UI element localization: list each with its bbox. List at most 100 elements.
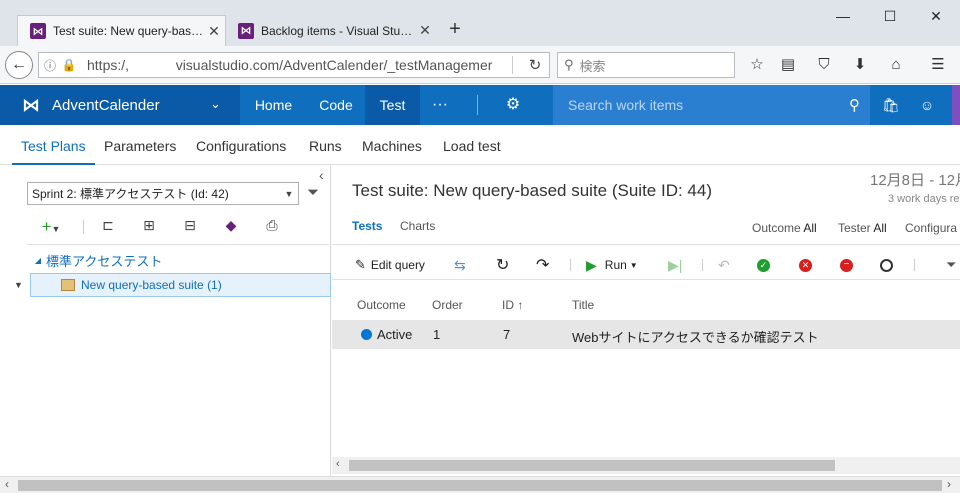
close-window-button[interactable]: ✕ xyxy=(916,6,956,26)
configuration-filter[interactable]: Configura xyxy=(905,221,957,235)
scroll-thumb[interactable] xyxy=(349,460,835,471)
tree-item-plan-root[interactable]: ◢ 標準アクセステスト xyxy=(30,248,330,272)
tree-item-label: New query-based suite (1) xyxy=(81,278,222,292)
fail-icon: ✕ xyxy=(799,258,812,272)
pocket-icon[interactable]: ⛉ xyxy=(813,55,835,75)
url-bar[interactable]: ⓘ 🔒 https:/, visualstudio.com/AdventCale… xyxy=(38,52,550,78)
open-in-client-icon[interactable]: ◆ xyxy=(221,217,241,237)
close-tab-icon[interactable]: ✕ xyxy=(203,23,225,40)
tab-parameters[interactable]: Parameters xyxy=(104,125,176,165)
column-order[interactable]: Order xyxy=(432,298,463,312)
hub-tabs: Test Plans Parameters Configurations Run… xyxy=(0,125,960,165)
column-outcome[interactable]: Outcome xyxy=(357,298,406,312)
column-title[interactable]: Title xyxy=(572,298,594,312)
pass-test-button[interactable]: ✓ xyxy=(757,255,770,275)
selected-plan: Sprint 2: 標準アクセステスト (Id: 42) xyxy=(32,187,229,201)
close-tab-icon[interactable]: ✕ xyxy=(414,22,436,39)
tab-load-test[interactable]: Load test xyxy=(443,125,501,165)
back-button[interactable]: ← xyxy=(5,51,33,79)
refresh-icon[interactable]: ↻ xyxy=(496,255,509,275)
browser-tab-test-suite[interactable]: ⋈ Test suite: New query-bas… ✕ xyxy=(17,15,226,46)
avatar[interactable] xyxy=(952,85,960,125)
sprint-dates: 12月8日 - 12月 xyxy=(870,172,960,189)
gear-icon[interactable]: ⚙ xyxy=(500,85,526,125)
redo-icon[interactable]: ↷ xyxy=(536,255,549,275)
maximize-button[interactable]: ☐ xyxy=(870,6,910,26)
table-row[interactable]: Active 1 7 Webサイトにアクセスできるか確認テスト xyxy=(332,320,960,349)
test-plan-pane: ‹ Sprint 2: 標準アクセステスト (Id: 42) ▼ ⏷ +▼ ⊏ … xyxy=(0,165,331,476)
grid-horizontal-scrollbar[interactable]: ‹ xyxy=(332,457,960,474)
browser-tab-strip: ⋈ Test suite: New query-bas… ✕ ⋈ Backlog… xyxy=(0,0,960,46)
assign-configurations-icon[interactable]: ⊏ xyxy=(98,217,118,237)
nav-home[interactable]: Home xyxy=(240,85,307,125)
tab-runs[interactable]: Runs xyxy=(309,125,342,165)
browser-tab-backlog[interactable]: ⋈ Backlog items - Visual Stu… ✕ xyxy=(226,15,436,46)
download-icon[interactable]: ⬇ xyxy=(849,55,871,75)
visual-studio-icon: ⋈ xyxy=(22,94,40,115)
minimize-button[interactable]: — xyxy=(823,6,863,26)
active-status-icon xyxy=(361,329,372,340)
smiley-icon[interactable]: ☺ xyxy=(916,85,938,125)
visual-studio-icon: ⋈ xyxy=(238,22,254,39)
reset-test-icon[interactable]: ↶ xyxy=(718,255,730,275)
work-days-remaining: 3 work days re xyxy=(888,193,960,205)
expand-arrow-icon[interactable]: ◢ xyxy=(30,256,46,265)
run-button[interactable]: ▶ Run ▼ xyxy=(586,255,638,275)
tester-filter[interactable]: Tester All xyxy=(838,221,887,235)
column-id[interactable]: ID ↑ xyxy=(502,298,523,312)
project-selector[interactable]: ⋈ AdventCalender ⌄ xyxy=(0,85,240,125)
resume-test-icon[interactable]: ▶| xyxy=(668,255,682,275)
filter-icon[interactable]: ⏷ xyxy=(946,255,956,275)
scroll-thumb[interactable] xyxy=(18,480,942,491)
url-text[interactable]: https:/, visualstudio.com/AdventCalender… xyxy=(87,57,504,73)
reload-icon[interactable]: ↻ xyxy=(521,56,549,74)
query-suite-folder-icon xyxy=(61,279,75,291)
tree-item-label: 標準アクセステスト xyxy=(46,253,163,269)
block-test-button[interactable]: − xyxy=(840,255,853,275)
tab-charts[interactable]: Charts xyxy=(400,219,435,233)
test-plan-select[interactable]: Sprint 2: 標準アクセステスト (Id: 42) ▼ xyxy=(27,182,299,205)
not-applicable-button[interactable] xyxy=(880,255,893,275)
page-horizontal-scrollbar[interactable]: ‹ › xyxy=(0,476,960,493)
fail-test-button[interactable]: ✕ xyxy=(799,255,812,275)
nav-test[interactable]: Test xyxy=(365,85,420,125)
tree-item-query-suite[interactable]: New query-based suite (1) xyxy=(30,273,331,297)
tab-configurations[interactable]: Configurations xyxy=(196,125,286,165)
blocked-icon: − xyxy=(840,258,853,272)
tab-test-plans[interactable]: Test Plans xyxy=(12,125,95,165)
edit-query-label: Edit query xyxy=(370,258,425,272)
filter-icon[interactable]: ⏷ xyxy=(307,184,319,201)
chevron-down-icon[interactable]: ⌄ xyxy=(210,96,221,112)
more-icon[interactable]: ··· xyxy=(422,85,458,125)
new-suite-button[interactable]: +▼ xyxy=(36,217,66,237)
reading-list-icon[interactable]: ▤ xyxy=(777,55,799,75)
tab-machines[interactable]: Machines xyxy=(362,125,422,165)
scroll-right-icon[interactable]: › xyxy=(947,477,951,491)
edit-query-button[interactable]: ✎ Edit query xyxy=(355,255,425,275)
shopping-bag-icon[interactable]: 🛍 xyxy=(880,85,902,125)
nav-code[interactable]: Code xyxy=(307,85,365,125)
bulk-edit-icon[interactable]: ⇆ xyxy=(454,255,466,275)
browser-search-bar[interactable]: ⚲ 検索 xyxy=(557,52,735,78)
lock-icon: 🔒 xyxy=(61,58,77,72)
tab-tests[interactable]: Tests xyxy=(352,219,382,233)
pass-icon: ✓ xyxy=(757,258,770,272)
scroll-left-icon[interactable]: ‹ xyxy=(5,477,9,491)
filter-label: Tester xyxy=(838,221,871,235)
expand-all-icon[interactable]: ⊞ xyxy=(139,217,159,237)
bookmark-star-icon[interactable]: ☆ xyxy=(746,55,768,75)
work-item-search[interactable]: Search work items ⚲ xyxy=(553,85,870,125)
menu-icon[interactable]: ☰ xyxy=(927,55,949,75)
collapse-all-icon[interactable]: ⊟ xyxy=(180,217,200,237)
outcome-filter[interactable]: Outcome All xyxy=(752,221,817,235)
expand-arrow-icon[interactable]: ▼ xyxy=(14,280,23,290)
test-suite-pane: Test suite: New query-based suite (Suite… xyxy=(332,165,960,476)
info-icon[interactable]: ⓘ xyxy=(39,57,61,74)
home-icon[interactable]: ⌂ xyxy=(885,55,907,75)
filter-label: Outcome xyxy=(752,221,801,235)
collapse-pane-icon[interactable]: ‹ xyxy=(319,167,324,183)
search-icon[interactable]: ⚲ xyxy=(849,96,860,114)
print-icon[interactable]: ⎙ xyxy=(262,217,282,237)
new-tab-button[interactable]: + xyxy=(441,18,469,44)
scroll-left-icon[interactable]: ‹ xyxy=(336,458,340,470)
